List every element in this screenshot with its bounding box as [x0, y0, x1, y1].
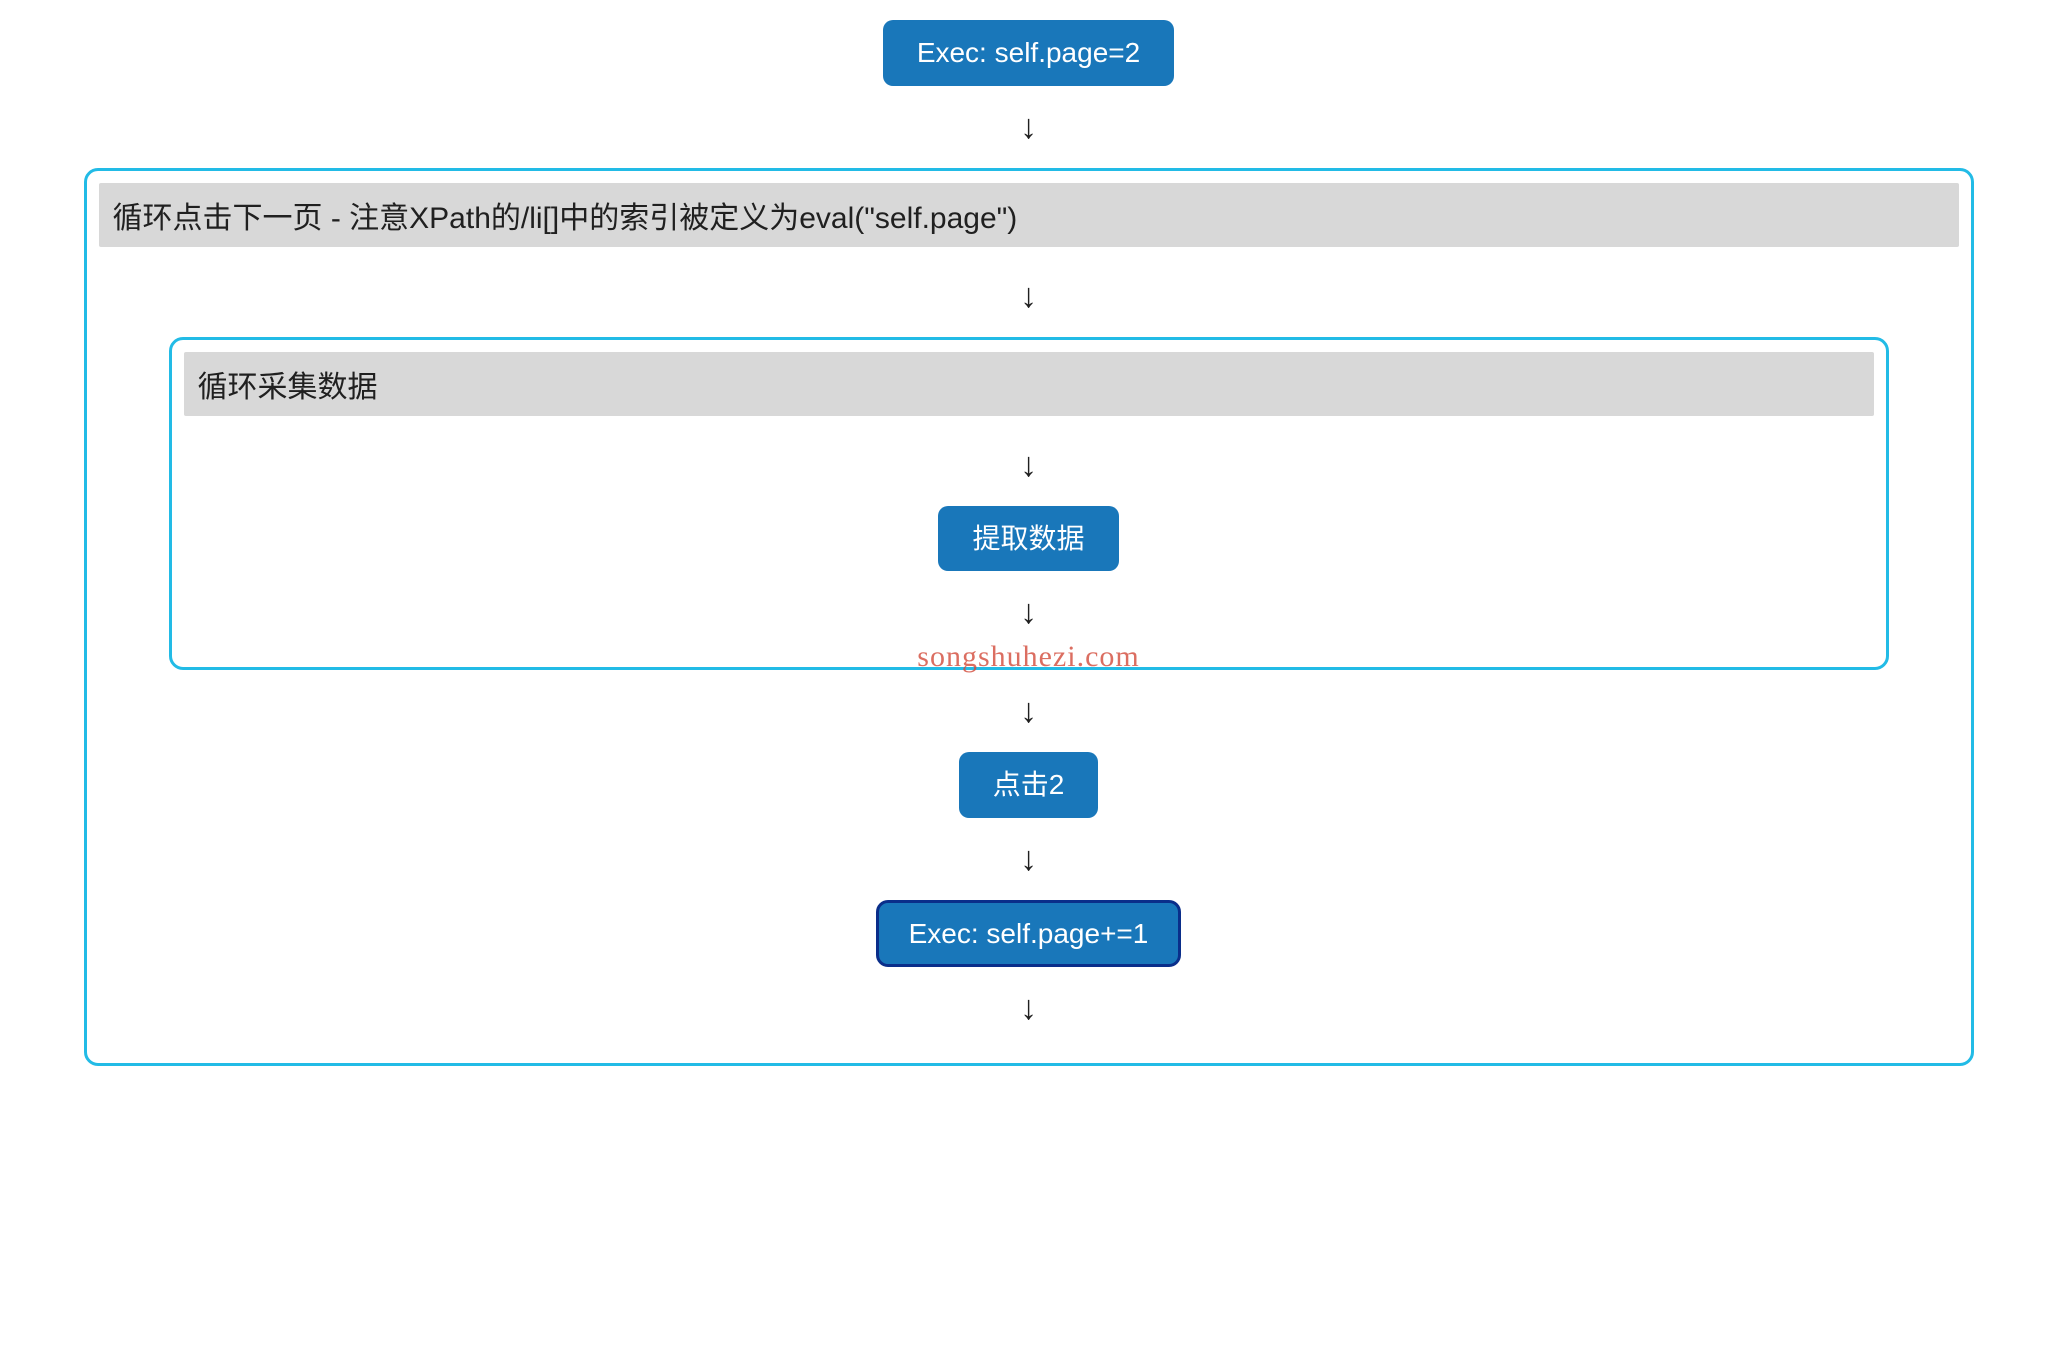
arrow-down-icon: ↓	[1020, 694, 1037, 728]
arrow-down-icon: ↓	[1020, 842, 1037, 876]
loop-outer-box[interactable]: 循环点击下一页 - 注意XPath的/li[]中的索引被定义为eval("sel…	[84, 168, 1974, 1067]
node-click-2[interactable]: 点击2	[959, 752, 1099, 818]
node-exec-increment[interactable]: Exec: self.page+=1	[876, 900, 1182, 968]
loop-inner-header: 循环采集数据	[184, 352, 1874, 416]
loop-outer-header: 循环点击下一页 - 注意XPath的/li[]中的索引被定义为eval("sel…	[99, 183, 1959, 247]
flow-column: Exec: self.page=2 ↓ 循环点击下一页 - 注意XPath的/l…	[0, 20, 2057, 1066]
arrow-down-icon: ↓	[1020, 991, 1037, 1025]
flow-canvas: Exec: self.page=2 ↓ 循环点击下一页 - 注意XPath的/l…	[0, 0, 2057, 1363]
node-exec-init[interactable]: Exec: self.page=2	[883, 20, 1174, 86]
arrow-down-icon: ↓	[1020, 279, 1037, 313]
node-extract-data[interactable]: 提取数据	[938, 506, 1118, 572]
arrow-down-icon: ↓	[1020, 110, 1037, 144]
loop-inner-box[interactable]: 循环采集数据 ↓ 提取数据 ↓	[169, 337, 1889, 671]
arrow-down-icon: ↓	[1020, 448, 1037, 482]
arrow-down-icon: ↓	[1020, 595, 1037, 629]
